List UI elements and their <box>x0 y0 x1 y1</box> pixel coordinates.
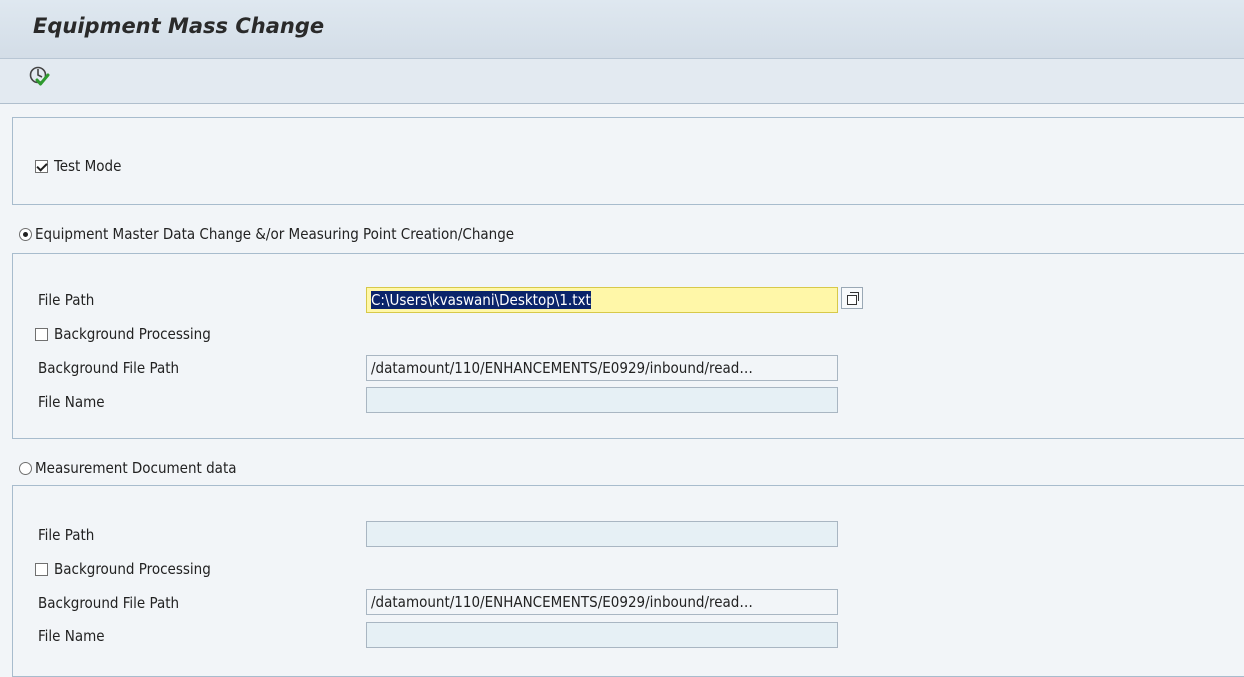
background-processing-checkbox-box[interactable] <box>35 328 48 341</box>
test-mode-label: Test Mode <box>54 157 122 175</box>
file-path-input[interactable] <box>366 521 838 547</box>
background-file-path-label: Background File Path <box>38 594 180 612</box>
options-group <box>12 117 1244 205</box>
background-file-path-field: /datamount/110/ENHANCEMENTS/E0929/inboun… <box>366 355 838 381</box>
file-name-input[interactable] <box>366 387 838 413</box>
page-title: Equipment Mass Change <box>33 14 325 38</box>
file-path-label: File Path <box>38 526 95 544</box>
background-processing-checkbox-box[interactable] <box>35 563 48 576</box>
file-name-label: File Name <box>38 627 105 645</box>
radio-equipment-master-data[interactable]: Equipment Master Data Change &/or Measur… <box>19 225 514 243</box>
application-toolbar <box>0 59 1244 104</box>
file-path-input[interactable]: C:\Users\kvaswani\Desktop\1.txt <box>366 287 838 313</box>
title-bar: Equipment Mass Change <box>0 0 1244 59</box>
radio-measurement-document-label: Measurement Document data <box>35 459 237 477</box>
test-mode-checkbox-box[interactable] <box>35 160 48 173</box>
execute-icon[interactable] <box>28 65 50 87</box>
background-processing-label: Background Processing <box>54 560 211 578</box>
background-processing-label: Background Processing <box>54 325 211 343</box>
radio-equipment-master-data-label: Equipment Master Data Change &/or Measur… <box>35 225 515 243</box>
background-processing-checkbox[interactable]: Background Processing <box>35 560 211 578</box>
radio-equipment-master-data-button[interactable] <box>19 228 32 241</box>
test-mode-checkbox[interactable]: Test Mode <box>35 157 121 175</box>
radio-measurement-document-button[interactable] <box>19 462 32 475</box>
value-help-icon[interactable] <box>841 287 863 309</box>
background-file-path-label: Background File Path <box>38 359 180 377</box>
background-processing-checkbox[interactable]: Background Processing <box>35 325 211 343</box>
file-name-label: File Name <box>38 393 105 411</box>
radio-measurement-document[interactable]: Measurement Document data <box>19 459 237 477</box>
file-path-label: File Path <box>38 291 95 309</box>
file-path-value: C:\Users\kvaswani\Desktop\1.txt <box>371 291 591 309</box>
file-name-input[interactable] <box>366 622 838 648</box>
background-file-path-field: /datamount/110/ENHANCEMENTS/E0929/inboun… <box>366 589 838 615</box>
measurement-document-group <box>12 485 1244 677</box>
